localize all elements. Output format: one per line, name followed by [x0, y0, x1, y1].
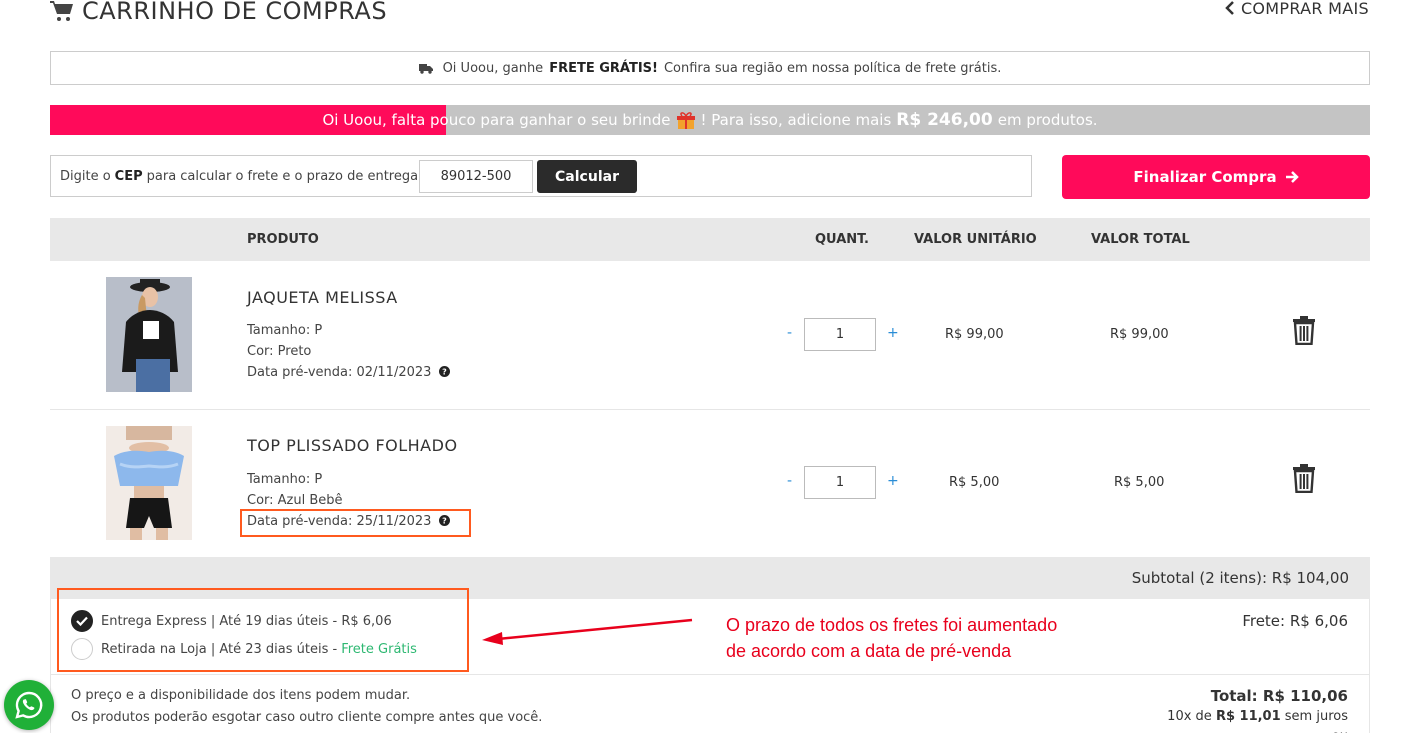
- arrow-right-icon: [1285, 171, 1299, 183]
- installments: 10x de R$ 11,01 sem juros: [1167, 709, 1348, 724]
- svg-text:?: ?: [442, 517, 447, 526]
- quantity-input[interactable]: [804, 466, 876, 499]
- product-presale-date: Data pré-venda: 25/11/2023 ?: [247, 514, 450, 529]
- cep-label-bold: CEP: [114, 168, 143, 184]
- unit-price: R$ 5,00: [949, 475, 1000, 490]
- truck-icon: [418, 63, 433, 74]
- shipping-option-express[interactable]: Entrega Express | Até 19 dias úteis - R$…: [71, 610, 392, 632]
- banner-prefix: Oi Uoou, ganhe: [442, 60, 544, 76]
- order-total: Total: R$ 110,06: [1210, 687, 1348, 705]
- annotation-line-2: de acordo com a data de pré-venda: [726, 641, 1012, 661]
- shipping-cost: Frete: R$ 6,06: [1242, 612, 1348, 630]
- product-size: Tamanho: P: [247, 472, 323, 487]
- banner-bold: FRETE GRÁTIS!: [549, 60, 658, 76]
- product-presale-date: Data pré-venda: 02/11/2023 ?: [247, 365, 450, 380]
- disclaimer-stock: Os produtos poderão esgotar caso outro c…: [71, 710, 543, 725]
- installments-amount: R$ 11,01: [1215, 709, 1281, 724]
- chevron-left-icon: [1225, 1, 1234, 15]
- buy-more-label: COMPRAR MAIS: [1240, 0, 1369, 18]
- gift-progress-bar: Oi Uoou, falta pouco para ganhar o seu b…: [50, 105, 1370, 135]
- page-title: CARRINHO DE COMPRAS: [50, 0, 387, 28]
- check-icon: [76, 616, 88, 626]
- cart-table-header: PRODUTO QUANT. VALOR UNITÁRIO VALOR TOTA…: [50, 218, 1370, 261]
- cep-input[interactable]: [419, 160, 533, 193]
- presale-date-text: Data pré-venda: 25/11/2023: [247, 514, 432, 529]
- product-size: Tamanho: P: [247, 323, 323, 338]
- shipping-option-label: Retirada na Loja | Até 23 dias úteis -: [101, 641, 338, 657]
- shipping-option-label: Entrega Express | Até 19 dias úteis - R$…: [101, 613, 392, 629]
- annotation-arrow: [482, 618, 693, 645]
- header-total-price: VALOR TOTAL: [1091, 232, 1190, 247]
- installments-suffix: sem juros: [1284, 709, 1348, 724]
- progress-text-middle: ! Para isso, adicione mais: [700, 111, 892, 129]
- total-price: R$ 5,00: [1114, 475, 1165, 490]
- product-color: Cor: Azul Bebê: [247, 493, 343, 508]
- checkout-label: Finalizar Compra: [1133, 168, 1277, 186]
- annotation-line-1: O prazo de todos os fretes foi aumentado: [726, 615, 1058, 635]
- presale-date-text: Data pré-venda: 02/11/2023: [247, 365, 432, 380]
- shipping-options: Entrega Express | Até 19 dias úteis - R$…: [50, 599, 1370, 675]
- quantity-decrease[interactable]: -: [787, 325, 792, 341]
- cart-footer: O preço e a disponibilidade dos itens po…: [50, 675, 1370, 733]
- radio-unchecked[interactable]: [71, 638, 93, 660]
- quantity-input[interactable]: [804, 318, 876, 351]
- question-circle-icon[interactable]: ?: [438, 366, 450, 377]
- subtotal: Subtotal (2 itens): R$ 104,00: [1131, 569, 1349, 587]
- cart-icon: [50, 1, 73, 21]
- total-price: R$ 99,00: [1110, 327, 1169, 342]
- cart-row: JAQUETA MELISSA Tamanho: P Cor: Preto Da…: [50, 261, 1370, 410]
- question-circle-icon[interactable]: ?: [438, 515, 450, 526]
- banner-suffix: Confira sua região em nossa política de …: [663, 60, 1002, 76]
- free-shipping-label: Frete Grátis: [341, 641, 417, 657]
- page-title-text: CARRINHO DE COMPRAS: [82, 0, 388, 25]
- cep-label: Digite o CEP para calcular o frete e o p…: [60, 169, 422, 184]
- header-product: PRODUTO: [247, 232, 319, 247]
- progress-text-after: em produtos.: [997, 111, 1098, 129]
- product-image[interactable]: [106, 426, 192, 540]
- radio-checked[interactable]: [71, 610, 93, 632]
- product-image[interactable]: [106, 277, 192, 392]
- whatsapp-button[interactable]: [4, 680, 54, 730]
- quantity-decrease[interactable]: -: [787, 473, 792, 489]
- quantity-increase[interactable]: +: [887, 325, 899, 341]
- product-color: Cor: Preto: [247, 344, 312, 359]
- whatsapp-icon: [15, 691, 43, 719]
- progress-text-before: Oi Uoou, falta pouco para ganhar o seu b…: [322, 111, 671, 129]
- cep-label-suffix: para calcular o frete e o prazo de entre…: [146, 168, 423, 184]
- installments-prefix: 10x de: [1167, 709, 1212, 724]
- checkout-button[interactable]: Finalizar Compra: [1062, 155, 1370, 199]
- installments-or: ou: [1332, 729, 1348, 733]
- product-name[interactable]: TOP PLISSADO FOLHADO: [247, 436, 458, 455]
- disclaimer-price: O preço e a disponibilidade dos itens po…: [71, 688, 411, 703]
- product-name[interactable]: JAQUETA MELISSA: [247, 288, 398, 307]
- cep-calculator: Digite o CEP para calcular o frete e o p…: [50, 155, 1032, 197]
- header-quantity: QUANT.: [815, 232, 869, 247]
- header-unit-price: VALOR UNITÁRIO: [914, 232, 1037, 247]
- gift-icon: [676, 112, 695, 129]
- quantity-increase[interactable]: +: [887, 473, 899, 489]
- progress-message: Oi Uoou, falta pouco para ganhar o seu b…: [50, 105, 1370, 135]
- svg-text:?: ?: [442, 368, 447, 377]
- cart-row: TOP PLISSADO FOLHADO Tamanho: P Cor: Azu…: [50, 410, 1370, 557]
- progress-amount: R$ 246,00: [896, 110, 993, 130]
- annotation-text: O prazo de todos os fretes foi aumentado…: [726, 612, 1057, 664]
- unit-price: R$ 99,00: [945, 327, 1004, 342]
- free-shipping-banner: Oi Uoou, ganhe FRETE GRÁTIS! Confira sua…: [50, 51, 1370, 85]
- calculate-button[interactable]: Calcular: [537, 160, 637, 193]
- trash-icon[interactable]: [1292, 463, 1316, 493]
- subtotal-bar: Subtotal (2 itens): R$ 104,00: [50, 557, 1370, 599]
- shipping-option-pickup[interactable]: Retirada na Loja | Até 23 dias úteis - F…: [71, 638, 417, 660]
- buy-more-link[interactable]: COMPRAR MAIS: [1225, 0, 1369, 20]
- cep-label-prefix: Digite o: [60, 168, 111, 184]
- trash-icon[interactable]: [1292, 315, 1316, 345]
